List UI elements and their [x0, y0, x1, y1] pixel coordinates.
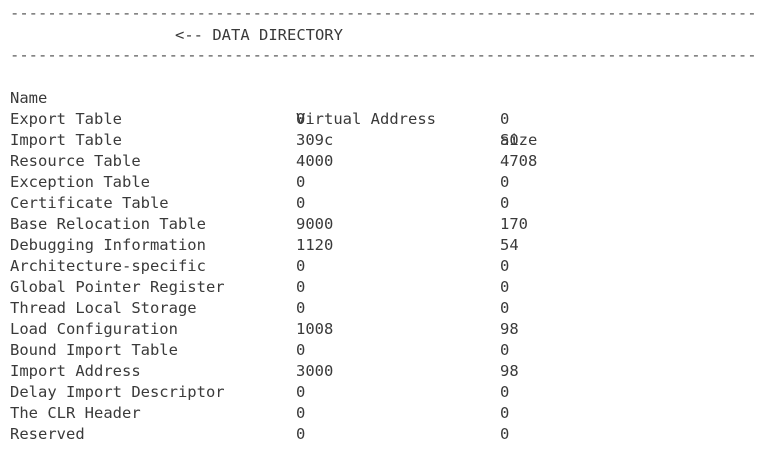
entry-name: Base Relocation Table [10, 215, 206, 233]
table-row: Delay Import Descriptor 0 0 [0, 382, 771, 403]
entry-size: 0 [500, 425, 510, 443]
table-row: The CLR Header 0 0 [0, 403, 771, 424]
section-title: <-- DATA DIRECTORY [175, 26, 343, 44]
table-row: Thread Local Storage 0 0 [0, 298, 771, 319]
table-row: Import Table 309c a0 [0, 130, 771, 151]
entry-size: 0 [500, 173, 510, 191]
header-name: Name [10, 89, 48, 107]
entry-virtual-address: 1008 [296, 320, 334, 338]
entry-size: 0 [500, 341, 510, 359]
entry-size: 0 [500, 404, 510, 422]
entry-virtual-address: 0 [296, 278, 306, 296]
entry-name: Certificate Table [10, 194, 169, 212]
top-divider: ----------------------------------------… [10, 6, 754, 20]
table-row: Certificate Table 0 0 [0, 193, 771, 214]
table-row: Export Table 0 0 [0, 109, 771, 130]
entry-size: 0 [500, 383, 510, 401]
entry-size: 0 [500, 257, 510, 275]
entry-virtual-address: 1120 [296, 236, 334, 254]
entry-size: a0 [500, 131, 519, 149]
entry-name: Load Configuration [10, 320, 178, 338]
entry-size: 0 [500, 110, 510, 128]
entry-name: Bound Import Table [10, 341, 178, 359]
entry-name: Global Pointer Register [10, 278, 225, 296]
entry-name: Debugging Information [10, 236, 206, 254]
table-row: Architecture-specific 0 0 [0, 256, 771, 277]
entry-virtual-address: 9000 [296, 215, 334, 233]
entry-virtual-address: 3000 [296, 362, 334, 380]
entry-virtual-address: 0 [296, 194, 306, 212]
entry-name: Architecture-specific [10, 257, 206, 275]
table-row: Reserved 0 0 [0, 424, 771, 445]
entry-name: The CLR Header [10, 404, 141, 422]
entry-virtual-address: 0 [296, 425, 306, 443]
entry-size: 98 [500, 320, 519, 338]
entry-virtual-address: 309c [296, 131, 334, 149]
entry-virtual-address: 0 [296, 404, 306, 422]
entry-virtual-address: 0 [296, 257, 306, 275]
entry-virtual-address: 4000 [296, 152, 334, 170]
entry-virtual-address: 0 [296, 299, 306, 317]
entry-name: Import Table [10, 131, 122, 149]
entry-name: Exception Table [10, 173, 150, 191]
entry-size: 4708 [500, 152, 538, 170]
table-row: Resource Table 4000 4708 [0, 151, 771, 172]
entry-name: Export Table [10, 110, 122, 128]
entry-virtual-address: 0 [296, 341, 306, 359]
table-row: Load Configuration 1008 98 [0, 319, 771, 340]
entry-name: Reserved [10, 425, 85, 443]
entry-virtual-address: 0 [296, 383, 306, 401]
entry-virtual-address: 0 [296, 110, 306, 128]
table-header-row: Name Virtual Address Size [0, 67, 771, 149]
entry-virtual-address: 0 [296, 173, 306, 191]
entry-size: 0 [500, 299, 510, 317]
entry-size: 0 [500, 278, 510, 296]
entry-name: Resource Table [10, 152, 141, 170]
table-row: Exception Table 0 0 [0, 172, 771, 193]
entry-name: Delay Import Descriptor [10, 383, 225, 401]
table-row: Global Pointer Register 0 0 [0, 277, 771, 298]
entry-size: 98 [500, 362, 519, 380]
entry-size: 0 [500, 194, 510, 212]
entry-size: 54 [500, 236, 519, 254]
entry-name: Thread Local Storage [10, 299, 197, 317]
table-row: Base Relocation Table 9000 170 [0, 214, 771, 235]
title-divider: ----------------------------------------… [10, 48, 754, 62]
table-row: Debugging Information 1120 54 [0, 235, 771, 256]
entry-size: 170 [500, 215, 528, 233]
entry-name: Import Address [10, 362, 141, 380]
table-row: Bound Import Table 0 0 [0, 340, 771, 361]
table-row: Import Address 3000 98 [0, 361, 771, 382]
